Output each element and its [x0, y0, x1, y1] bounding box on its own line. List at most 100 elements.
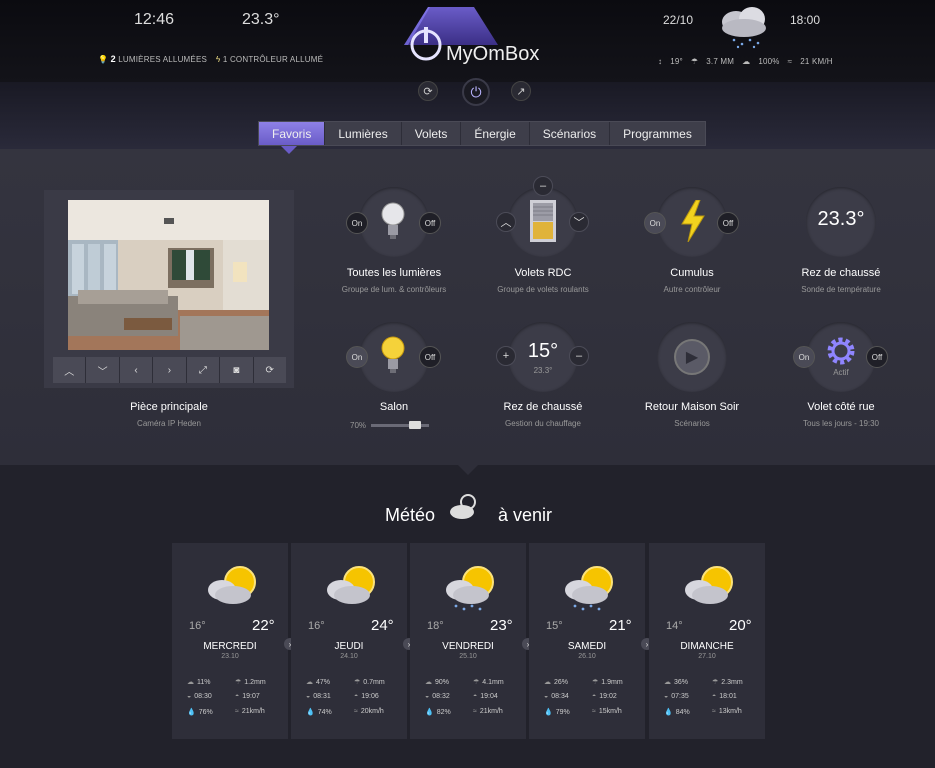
forecast-time: 18:00: [790, 13, 821, 27]
controllers-status: ϟ 1 CONTRÔLEUR ALLUMÉ: [216, 55, 324, 64]
camera-right-button[interactable]: ›: [153, 357, 187, 383]
all-lights-on-button[interactable]: On: [346, 212, 368, 234]
device-title: Retour Maison Soir: [644, 401, 740, 413]
day-stat: ≈15km/h: [592, 708, 622, 715]
play-scenario-button[interactable]: ▶: [674, 339, 710, 375]
day-stat: ◒ 07:35: [664, 693, 689, 700]
day-name: DIMANCHE: [680, 641, 734, 652]
cloud-small-icon: ☁: [742, 57, 751, 66]
brand-name: MyOmBox: [446, 43, 540, 65]
day-stat: ◒ 08:31: [306, 693, 331, 700]
day-stat: ☂ 4.1mm: [473, 679, 504, 686]
minus-icon: –: [539, 180, 547, 192]
day-stat: ◓ 19:07: [235, 693, 260, 700]
tab-programmes[interactable]: Programmes: [610, 122, 705, 145]
temp-min: 16°: [189, 620, 206, 632]
day-stat: ◒ 08:32: [425, 693, 450, 700]
camera-fullscreen-button[interactable]: ⤢: [186, 357, 221, 383]
refresh-icon: ⟳: [423, 85, 433, 98]
day-stat: 💧 82%: [425, 709, 451, 716]
power-icon: ⏻: [470, 83, 482, 100]
camera-left-button[interactable]: ‹: [119, 357, 154, 383]
day-stat: 💧 76%: [187, 709, 213, 716]
partly-cloudy-icon: [450, 494, 476, 519]
camera-controls: ︿ ﹀ ‹ › ⤢ ◙ ⟳: [53, 357, 286, 383]
dimmer-handle[interactable]: [409, 421, 421, 429]
tab-lumieres[interactable]: Lumières: [325, 122, 402, 145]
day-date: 23.10: [221, 653, 239, 660]
camera-snapshot-button[interactable]: ◙: [220, 357, 254, 383]
camera-up-button[interactable]: ︿: [53, 357, 87, 383]
shutters-stop-button[interactable]: –: [533, 176, 553, 196]
camera-feed[interactable]: [68, 200, 269, 350]
day-stat: 💧 79%: [544, 709, 570, 716]
power-button[interactable]: ⏻: [462, 78, 490, 106]
sunset-icon: ◓: [354, 693, 359, 700]
camera-subtitle: Caméra IP Heden: [137, 419, 201, 428]
wind-icon: ≈: [592, 708, 596, 715]
sunset-icon: ◓: [473, 693, 478, 700]
chevron-right-icon: ›: [167, 364, 172, 376]
sunrise-icon: ◒: [187, 693, 192, 700]
chevron-right-icon: ›: [645, 639, 649, 649]
rain-sun-icon: [446, 566, 494, 611]
shutters-down-button[interactable]: ﹀: [569, 212, 589, 232]
camera-title: Pièce principale: [130, 401, 208, 413]
all-lights-off-button[interactable]: Off: [419, 212, 441, 234]
bulb-on-icon: [381, 336, 405, 373]
rain-icon: ☂: [473, 679, 480, 686]
wind-icon: ≈: [473, 708, 477, 715]
day-stat: ☂ 2.3mm: [712, 679, 743, 686]
day-stat: ◒ 08:30: [187, 693, 212, 700]
day-date: 26.10: [578, 653, 596, 660]
wind-icon: ≈: [354, 708, 358, 715]
wind-small-icon: ≈: [787, 57, 793, 66]
sunset-icon: ◓: [592, 693, 597, 700]
lights-status: 💡 2 LUMIÈRES ALLUMÉES: [98, 54, 208, 64]
tab-volets[interactable]: Volets: [402, 122, 462, 145]
temp-max: 24°: [371, 617, 394, 634]
tab-pointer: [281, 146, 297, 154]
lightning-icon: [681, 200, 705, 242]
chevron-left-icon: ‹: [134, 364, 138, 376]
date: 22/10: [663, 13, 694, 27]
day-stat: ≈13km/h: [712, 708, 742, 715]
tab-favoris[interactable]: Favoris: [259, 122, 326, 145]
cloud-icon: ☁: [306, 679, 313, 686]
day-name: SAMEDI: [567, 641, 607, 652]
humidity-icon: 💧: [544, 709, 553, 716]
salon-on-button[interactable]: On: [346, 346, 368, 368]
external-link-button[interactable]: ↗: [511, 81, 531, 101]
tab-scenarios[interactable]: Scénarios: [530, 122, 611, 145]
day-name: MERCREDI: [203, 641, 257, 652]
refresh-button[interactable]: ⟳: [418, 81, 438, 101]
camera-refresh-button[interactable]: ⟳: [253, 357, 286, 383]
schedule-on-button[interactable]: On: [793, 346, 815, 368]
lightning-small-icon: ϟ: [216, 55, 221, 64]
tab-energie[interactable]: Énergie: [461, 122, 530, 145]
humidity-icon: 💧: [664, 709, 673, 716]
sunrise-icon: ◒: [664, 693, 669, 700]
cumulus-on-button[interactable]: On: [644, 212, 666, 234]
sunrise-icon: ◒: [425, 693, 430, 700]
salon-off-button[interactable]: Off: [419, 346, 441, 368]
rain-cloud-icon: [722, 7, 766, 49]
thermometer-icon: ↕: [658, 57, 663, 66]
weather-subtitle: à venir: [498, 505, 553, 525]
camera-down-button[interactable]: ﹀: [86, 357, 120, 383]
device-title: Volet côté rue: [807, 401, 875, 413]
expand-icon: ⤢: [198, 364, 207, 376]
device-title: Cumulus: [670, 267, 714, 279]
day-stat: 💧 84%: [664, 709, 690, 716]
day-stat: ☁ 11%: [187, 679, 211, 686]
shutters-up-button[interactable]: ︿: [496, 212, 516, 232]
device-subtitle: Gestion du chauffage: [505, 419, 581, 428]
day-stat: ≈21km/h: [235, 708, 265, 715]
temp-max: 22°: [252, 617, 275, 634]
cumulus-off-button[interactable]: Off: [717, 212, 739, 234]
shutter-icon: [530, 200, 556, 242]
schedule-off-button[interactable]: Off: [866, 346, 888, 368]
device-title: Volets RDC: [514, 267, 572, 279]
temp-min: 18°: [427, 620, 444, 632]
partly-cloudy-sun-icon: [685, 566, 733, 604]
